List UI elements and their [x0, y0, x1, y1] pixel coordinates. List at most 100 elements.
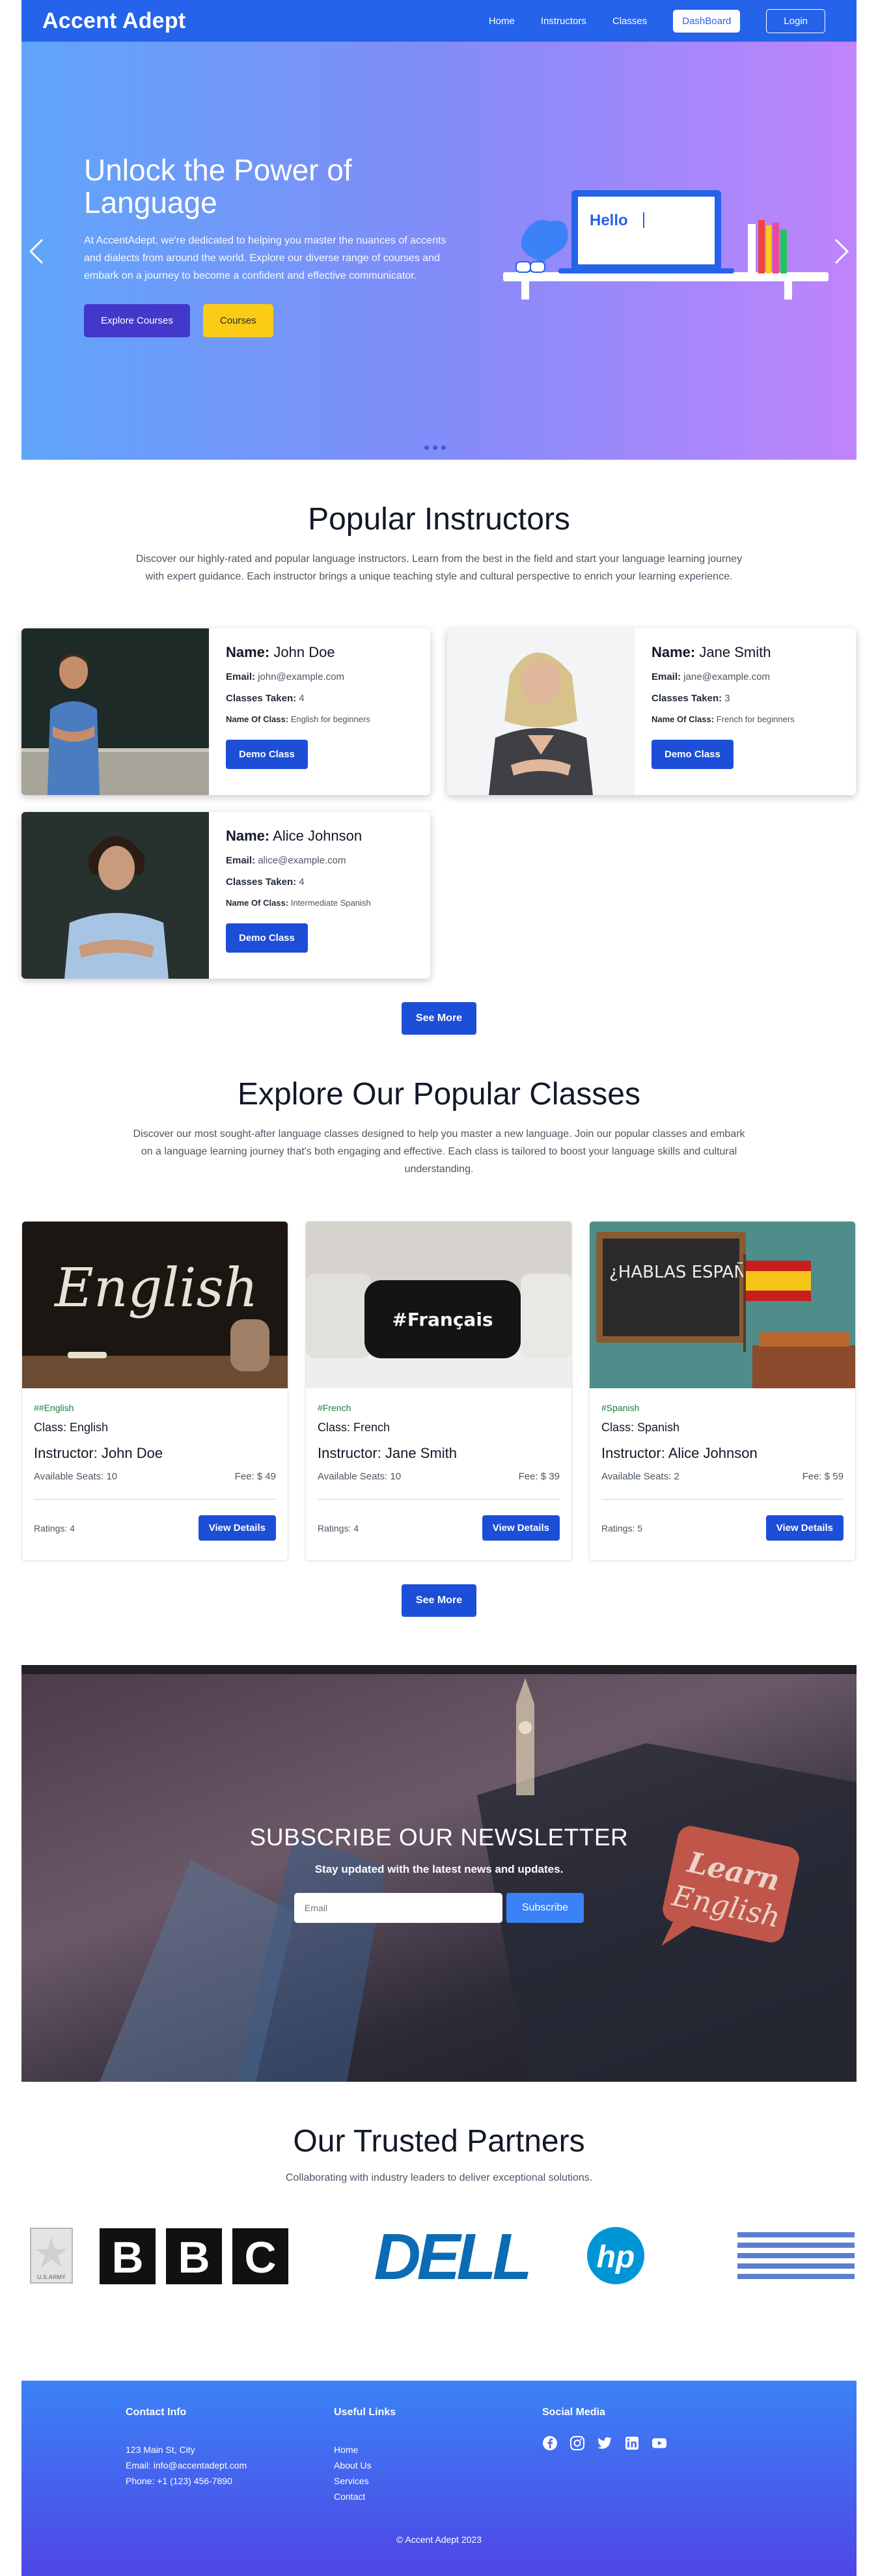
- hero-description: At AccentAdept, we're dedicated to helpi…: [84, 235, 446, 281]
- see-more-classes-button[interactable]: See More: [401, 1584, 477, 1617]
- class-name: Class: Spanish: [601, 1421, 680, 1434]
- bbc-letter-c: C: [244, 2233, 276, 2282]
- login-button[interactable]: Login: [766, 8, 825, 33]
- class-image: English: [22, 1222, 288, 1388]
- nav-link-home[interactable]: Home: [489, 16, 515, 27]
- name-label: Name:: [226, 828, 270, 844]
- class-card: ¿HABLAS ESPAÑOL? #Spanish Class: Spanish…: [589, 1221, 856, 1561]
- instructors-grid: Name: John Doe Email: john@example.com C…: [21, 628, 857, 979]
- instructor-photo: [447, 628, 635, 795]
- instructor-class-name: Intermediate Spanish: [290, 898, 371, 908]
- nav-link-instructors[interactable]: Instructors: [541, 16, 586, 27]
- available-seats: Available Seats: 2: [601, 1471, 679, 1482]
- chevron-left-icon[interactable]: [27, 236, 46, 273]
- instructor-name: Alice Johnson: [273, 828, 363, 844]
- class-ratings: Ratings: 4: [34, 1522, 75, 1533]
- social-title: Social Media: [542, 2407, 605, 2418]
- demo-class-button[interactable]: Demo Class: [226, 740, 308, 769]
- footer-link-contact[interactable]: Contact: [334, 2489, 396, 2504]
- linkedin-icon[interactable]: [624, 2435, 640, 2451]
- instructor-classes-taken: 3: [724, 693, 730, 704]
- facebook-icon[interactable]: [542, 2435, 558, 2451]
- partners-logo-strip: U.S.ARMY B B C DELL hp: [21, 2217, 857, 2295]
- classes-title: Explore Our Popular Classes: [238, 1077, 640, 1112]
- footer-link-about[interactable]: About Us: [334, 2457, 396, 2473]
- name-label: Name:: [652, 644, 696, 660]
- bbc-logo: B B C: [100, 2228, 288, 2284]
- class-image: ¿HABLAS ESPAÑOL?: [590, 1222, 855, 1388]
- partners-title: Our Trusted Partners: [293, 2124, 585, 2159]
- carousel-dot[interactable]: [424, 445, 429, 450]
- bbc-letter-b2: B: [178, 2233, 210, 2282]
- chevron-right-icon[interactable]: [832, 236, 851, 273]
- class-ratings: Ratings: 4: [318, 1522, 359, 1533]
- francais-pillow-text: #Français: [392, 1309, 493, 1330]
- carousel-indicators: [424, 445, 446, 450]
- footer-link-home[interactable]: Home: [334, 2442, 396, 2457]
- instructor-classes-taken: 4: [299, 693, 305, 704]
- footer: Contact Info 123 Main St, City Email: in…: [21, 2381, 857, 2576]
- classes-taken-label: Classes Taken:: [226, 876, 297, 888]
- nav-links: Home Instructors Classes DashBoard Login: [489, 8, 825, 33]
- instructor-photo: [21, 812, 209, 979]
- class-instructor: Instructor: Alice Johnson: [601, 1445, 758, 1461]
- hero-title: Unlock the Power of Language: [84, 153, 352, 219]
- dashboard-button[interactable]: DashBoard: [673, 9, 741, 33]
- class-fee: Fee: $ 39: [518, 1471, 560, 1482]
- instructor-email: john@example.com: [258, 671, 344, 682]
- instructor-email: jane@example.com: [683, 671, 770, 682]
- contact-address: 123 Main St, City: [126, 2444, 195, 2455]
- ibm-logo: [737, 2232, 855, 2279]
- instructor-card: Name: Alice Johnson Email: alice@example…: [21, 812, 430, 979]
- newsletter-subtitle: Stay updated with the latest news and up…: [314, 1863, 564, 1875]
- footer-links: Useful Links Home About Us Services Cont…: [334, 2407, 396, 2504]
- hero-text: Unlock the Power of Language At AccentAd…: [84, 154, 461, 337]
- classes-description: Discover our most sought-after language …: [133, 1128, 745, 1175]
- demo-class-button[interactable]: Demo Class: [652, 740, 734, 769]
- carousel-dot[interactable]: [441, 445, 446, 450]
- contact-phone: Phone: +1 (123) 456-7890: [126, 2476, 232, 2486]
- contact-email: Email: info@accentadept.com: [126, 2460, 247, 2471]
- brand-logo[interactable]: Accent Adept: [42, 8, 185, 34]
- class-name-label: Name Of Class:: [226, 714, 289, 724]
- see-more-instructors-button[interactable]: See More: [401, 1002, 477, 1035]
- class-ratings: Ratings: 5: [601, 1522, 643, 1533]
- view-details-button[interactable]: View Details: [765, 1515, 844, 1541]
- class-name-label: Name Of Class:: [226, 898, 289, 908]
- classes-taken-label: Classes Taken:: [652, 693, 722, 704]
- youtube-icon[interactable]: [652, 2435, 667, 2451]
- subscribe-button[interactable]: Subscribe: [506, 1893, 584, 1923]
- view-details-button[interactable]: View Details: [198, 1515, 276, 1541]
- demo-class-button[interactable]: Demo Class: [226, 923, 308, 953]
- class-instructor: Instructor: John Doe: [34, 1445, 163, 1461]
- footer-link-services[interactable]: Services: [334, 2473, 396, 2489]
- email-label: Email:: [226, 855, 256, 866]
- courses-button[interactable]: Courses: [202, 304, 273, 337]
- newsletter-email-input[interactable]: [294, 1893, 502, 1923]
- top-navbar: Accent Adept Home Instructors Classes Da…: [21, 0, 857, 42]
- class-tag: #French: [318, 1403, 351, 1413]
- instagram-icon[interactable]: [569, 2435, 585, 2451]
- army-logo-text: U.S.ARMY: [37, 2274, 66, 2280]
- classes-grid: English ##English Class: English Instruc…: [21, 1221, 857, 1561]
- footer-social: Social Media: [542, 2407, 667, 2451]
- nav-link-classes[interactable]: Classes: [612, 16, 647, 27]
- class-fee: Fee: $ 59: [802, 1471, 844, 1482]
- dell-logo: DELL: [374, 2220, 528, 2293]
- instructors-title: Popular Instructors: [308, 502, 570, 537]
- partners-subtitle: Collaborating with industry leaders to d…: [285, 2172, 593, 2183]
- instructors-description: Discover our highly-rated and popular la…: [135, 553, 743, 582]
- carousel-dot[interactable]: [433, 445, 437, 450]
- instructor-card: Name: Jane Smith Email: jane@example.com…: [447, 628, 856, 795]
- class-name-label: Name Of Class:: [652, 714, 715, 724]
- instructor-photo: [21, 628, 209, 795]
- twitter-icon[interactable]: [597, 2435, 612, 2451]
- class-card: English ##English Class: English Instruc…: [21, 1221, 288, 1561]
- class-tag: ##English: [34, 1403, 74, 1413]
- explore-courses-button[interactable]: Explore Courses: [84, 304, 190, 337]
- contact-title: Contact Info: [126, 2407, 187, 2418]
- view-details-button[interactable]: View Details: [482, 1515, 560, 1541]
- class-tag: #Spanish: [601, 1403, 640, 1413]
- class-instructor: Instructor: Jane Smith: [318, 1445, 457, 1461]
- newsletter-section: Learn English SUBSCRIBE OUR NEWSLETTER S…: [21, 1665, 857, 2082]
